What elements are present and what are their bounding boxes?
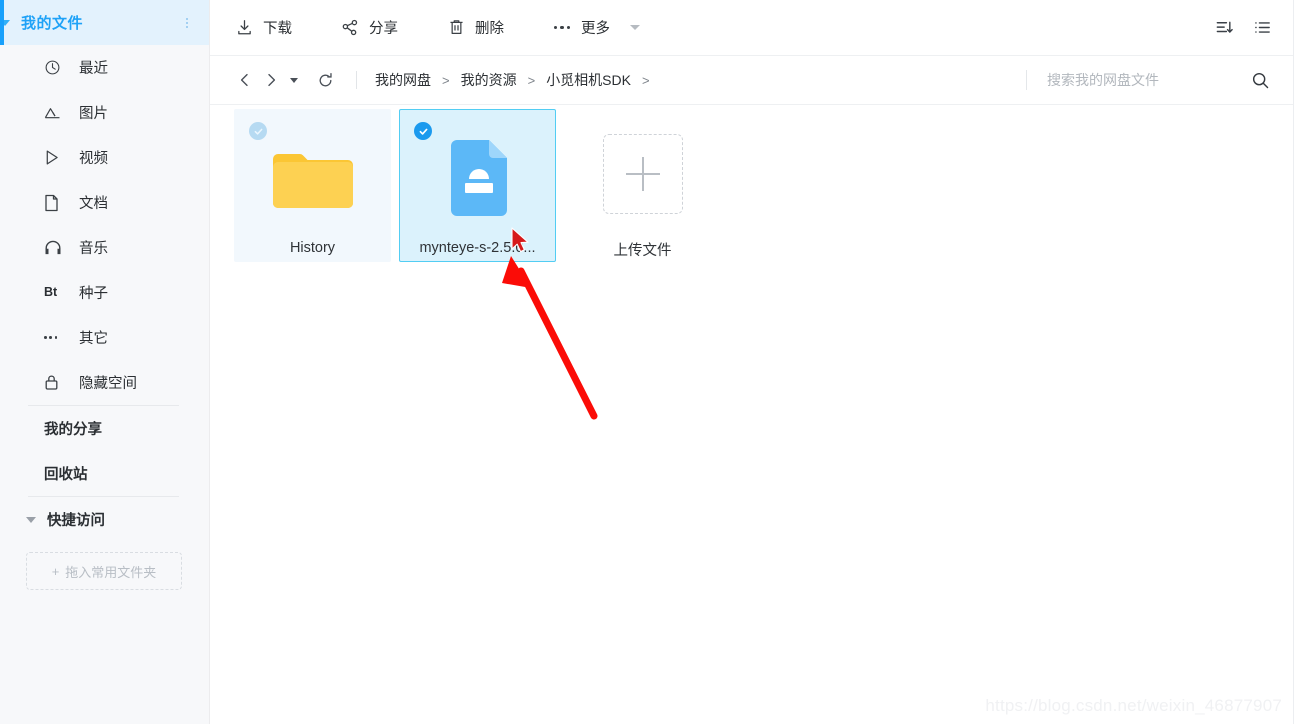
sidebar-item-my-shares[interactable]: 我的分享 (0, 406, 209, 451)
breadcrumb-item-resources[interactable]: 我的资源 (461, 70, 517, 90)
back-button[interactable] (232, 67, 258, 93)
sidebar-item-label: 最近 (79, 61, 108, 77)
folder-icon (267, 138, 359, 220)
file-name: History (289, 240, 336, 256)
breadcrumb-item-current[interactable]: 小觅相机SDK (546, 70, 631, 90)
sidebar-item-torrents[interactable]: Bt 种子 (0, 270, 209, 315)
sidebar-item-label: 视频 (79, 151, 108, 167)
sidebar-item-videos[interactable]: 视频 (0, 135, 209, 180)
sidebar-item-documents[interactable]: 文档 (0, 180, 209, 225)
sidebar-item-label: 种子 (79, 286, 108, 302)
triangle-down-icon (0, 19, 10, 26)
dots-horizontal-icon (552, 18, 572, 38)
sidebar-item-recycle-bin[interactable]: 回收站 (0, 451, 209, 496)
sidebar-item-label: 我的分享 (44, 422, 102, 438)
main-panel: 下载 分享 删除 更多 我的网盘 > 我的资源 > 小觅相机SDK > 搜索我的… (210, 0, 1293, 724)
sidebar: 我的文件 最近 图片 视频 文档 音乐 Bt 种子 其它 隐藏空间 我的分享 回… (0, 0, 210, 724)
dots-horizontal-icon (44, 328, 66, 348)
sort-descending-icon[interactable] (1211, 15, 1237, 41)
sidebar-item-recent[interactable]: 最近 (0, 45, 209, 90)
search-divider (1026, 70, 1027, 90)
sidebar-item-label: 图片 (79, 106, 108, 122)
list-view-icon[interactable] (1249, 15, 1275, 41)
plus-icon: + (51, 563, 60, 579)
sidebar-item-label: 其它 (79, 331, 108, 347)
sidebar-item-my-files[interactable]: 我的文件 (0, 0, 209, 45)
sidebar-item-music[interactable]: 音乐 (0, 225, 209, 270)
quick-access-dropzone[interactable]: + 拖入常用文件夹 (26, 552, 182, 590)
toolbar: 下载 分享 删除 更多 (210, 0, 1293, 56)
file-name: mynteye-s-2.5.0... (419, 240, 536, 256)
sidebar-item-others[interactable]: 其它 (0, 315, 209, 360)
headphones-icon (44, 238, 66, 258)
sidebar-item-pictures[interactable]: 图片 (0, 90, 209, 135)
share-nodes-icon (340, 18, 360, 38)
share-label: 分享 (369, 21, 398, 37)
sidebar-item-label: 隐藏空间 (79, 376, 137, 392)
file-checkbox[interactable] (414, 122, 432, 140)
breadcrumb-divider (356, 71, 357, 89)
more-button[interactable]: 更多 (546, 10, 616, 46)
refresh-button[interactable] (312, 67, 338, 93)
file-checkbox[interactable] (249, 122, 267, 140)
sidebar-group-label: 快捷访问 (47, 513, 105, 529)
download-label: 下载 (263, 21, 292, 37)
search-icon[interactable] (1245, 65, 1275, 95)
dots-vertical-icon[interactable] (179, 17, 195, 28)
sidebar-item-label-my-files: 我的文件 (21, 15, 84, 32)
sidebar-item-label: 音乐 (79, 241, 108, 257)
breadcrumb-separator: > (442, 72, 450, 88)
breadcrumb: 我的网盘 > 我的资源 > 小觅相机SDK > (375, 70, 661, 90)
sidebar-item-hidden-space[interactable]: 隐藏空间 (0, 360, 209, 405)
breadcrumb-item-root[interactable]: 我的网盘 (375, 70, 431, 90)
forward-button[interactable] (258, 67, 284, 93)
play-triangle-icon (44, 148, 66, 168)
search-input[interactable] (1045, 71, 1239, 89)
breadcrumb-separator-trailing: > (641, 72, 650, 88)
file-tile-folder[interactable]: History (234, 109, 391, 262)
bt-text-icon: Bt (44, 285, 58, 300)
dropzone-label: 拖入常用文件夹 (65, 564, 157, 580)
image-mountain-icon (44, 103, 66, 123)
delete-button[interactable]: 删除 (440, 10, 510, 46)
more-dropdown-caret-icon[interactable] (630, 25, 640, 30)
app-window: 我的文件 最近 图片 视频 文档 音乐 Bt 种子 其它 隐藏空间 我的分享 回… (0, 0, 1294, 724)
upload-file-tile[interactable]: 上传文件 (564, 109, 721, 262)
breadcrumb-separator: > (527, 72, 536, 88)
trash-icon (446, 18, 466, 38)
plus-icon (625, 157, 660, 191)
file-tile-archive[interactable]: mynteye-s-2.5.0... (399, 109, 556, 262)
download-button[interactable]: 下载 (228, 10, 298, 46)
delete-label: 删除 (475, 21, 504, 37)
download-icon (234, 18, 254, 38)
clock-icon (44, 58, 66, 78)
history-dropdown-caret-icon[interactable] (290, 77, 298, 83)
sidebar-group-quick-access[interactable]: 快捷访问 (0, 497, 209, 542)
sidebar-item-label: 回收站 (44, 467, 88, 483)
file-list-area: History mynteye-s-2.5.0... 上传文件 (210, 105, 1293, 724)
share-button[interactable]: 分享 (334, 10, 404, 46)
upload-dropzone[interactable] (602, 134, 683, 214)
document-icon (44, 193, 66, 213)
upload-label: 上传文件 (613, 243, 672, 259)
lock-icon (44, 373, 66, 393)
more-label: 更多 (581, 21, 610, 37)
breadcrumb-bar: 我的网盘 > 我的资源 > 小觅相机SDK > (210, 56, 1293, 105)
file-grid: History mynteye-s-2.5.0... 上传文件 (210, 105, 1293, 262)
archive-file-icon (432, 138, 524, 220)
sidebar-item-label: 文档 (79, 196, 108, 212)
search-area (1026, 65, 1275, 95)
triangle-down-icon (26, 516, 36, 523)
